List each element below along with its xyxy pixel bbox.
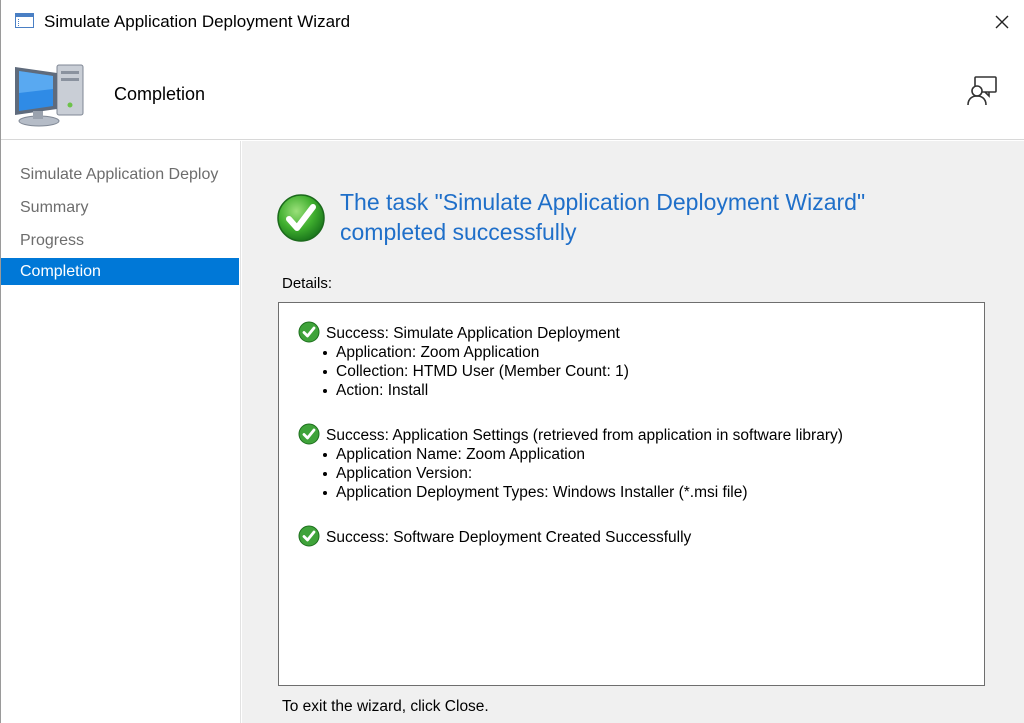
exit-instructions: To exit the wizard, click Close. (282, 698, 489, 715)
close-button[interactable] (979, 0, 1024, 44)
headline-line-2: completed successfully (340, 219, 577, 245)
details-entry: Success: Simulate Application Deployment… (298, 321, 629, 400)
wizard-window-icon (15, 13, 34, 28)
sidebar-item-simulate-application-deployment[interactable]: Simulate Application Deploy (1, 161, 239, 188)
computer-icon (15, 64, 84, 127)
details-box[interactable]: Success: Simulate Application Deployment… (278, 302, 985, 686)
success-check-icon (277, 194, 325, 242)
page-title: Completion (114, 84, 206, 104)
check-circle-icon (298, 321, 320, 343)
wizard-content: The task "Simulate Application Deploymen… (242, 141, 1024, 723)
list-item: Action: Install (317, 381, 629, 400)
check-circle-icon (298, 525, 320, 547)
window-title: Simulate Application Deployment Wizard (44, 12, 351, 31)
list-item: Collection: HTMD User (Member Count: 1) (317, 362, 629, 381)
sidebar-item-completion[interactable]: Completion (1, 258, 239, 285)
feedback-icon[interactable] (965, 74, 999, 108)
details-entry: Success: Application Settings (retrieved… (298, 423, 843, 502)
completion-headline: The task "Simulate Application Deploymen… (340, 187, 980, 247)
list-item: Application Deployment Types: Windows In… (317, 483, 843, 502)
sidebar-item-progress[interactable]: Progress (1, 227, 239, 254)
sidebar-item-summary[interactable]: Summary (1, 194, 239, 221)
entry-bullets: Application Name: Zoom Application Appli… (317, 445, 843, 502)
wizard-step-nav: Simulate Application Deploy Summary Prog… (1, 141, 241, 723)
list-item: Application Name: Zoom Application (317, 445, 843, 464)
entry-title: Success: Application Settings (retrieved… (326, 427, 843, 444)
entry-title: Success: Simulate Application Deployment (326, 325, 620, 342)
wizard-header: Completion (1, 44, 1024, 140)
check-circle-icon (298, 423, 320, 445)
title-bar: Simulate Application Deployment Wizard (1, 0, 1024, 44)
wizard-window: Simulate Application Deployment Wizard C… (0, 0, 1024, 723)
details-label: Details: (282, 275, 333, 292)
list-item: Application: Zoom Application (317, 343, 629, 362)
list-item: Application Version: (317, 464, 843, 483)
entry-title: Success: Software Deployment Created Suc… (326, 529, 692, 546)
details-entry: Success: Software Deployment Created Suc… (298, 525, 691, 547)
close-icon (995, 15, 1009, 29)
headline-line-1: The task "Simulate Application Deploymen… (340, 189, 866, 215)
entry-bullets: Application: Zoom Application Collection… (317, 343, 629, 400)
